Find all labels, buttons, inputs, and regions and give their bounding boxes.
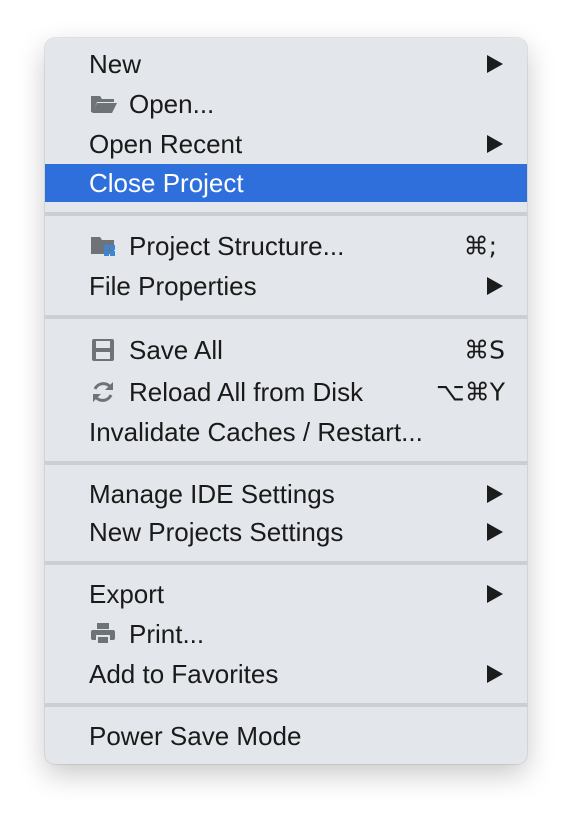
menu-item-label: Close Project — [89, 168, 244, 198]
file-menu: New Open... Open Recent Close Project Pr… — [45, 38, 527, 764]
menu-item-label: Save All — [129, 335, 223, 365]
submenu-arrow-icon — [487, 485, 503, 503]
menu-item-label: Reload All from Disk — [129, 377, 364, 407]
menu-item-reload-all[interactable]: Reload All from Disk ⌥⌘Y — [45, 373, 527, 411]
menu-item-export[interactable]: Export — [45, 575, 527, 613]
menu-item-shortcut: ⌘S — [464, 335, 505, 365]
menu-item-label: Project Structure... — [129, 231, 345, 261]
menu-item-add-to-favorites[interactable]: Add to Favorites — [45, 655, 527, 693]
save-icon — [89, 337, 119, 363]
project-structure-icon — [89, 233, 119, 259]
submenu-arrow-icon — [487, 277, 503, 295]
print-icon — [89, 621, 119, 647]
submenu-arrow-icon — [487, 665, 503, 683]
menu-item-label: Export — [89, 579, 165, 609]
menu-item-label: Manage IDE Settings — [89, 479, 335, 509]
menu-item-manage-ide-settings[interactable]: Manage IDE Settings — [45, 475, 527, 513]
submenu-arrow-icon — [487, 55, 503, 73]
menu-separator — [45, 315, 527, 319]
menu-item-open-recent[interactable]: Open Recent — [45, 125, 527, 163]
menu-item-label: New Projects Settings — [89, 517, 344, 547]
submenu-arrow-icon — [487, 585, 503, 603]
menu-item-open[interactable]: Open... — [45, 85, 527, 123]
menu-item-power-save-mode[interactable]: Power Save Mode — [45, 717, 527, 755]
menu-separator — [45, 212, 527, 216]
menu-item-label: Print... — [129, 619, 205, 649]
menu-item-shortcut: ⌘; — [463, 231, 497, 261]
menu-separator — [45, 561, 527, 565]
folder-open-icon — [89, 91, 119, 117]
menu-item-label: Open Recent — [89, 129, 243, 159]
menu-item-invalidate-caches[interactable]: Invalidate Caches / Restart... — [45, 413, 527, 451]
menu-item-new[interactable]: New — [45, 45, 527, 83]
submenu-arrow-icon — [487, 523, 503, 541]
menu-item-shortcut: ⌥⌘Y — [435, 377, 505, 407]
menu-item-file-properties[interactable]: File Properties — [45, 267, 527, 305]
menu-separator — [45, 703, 527, 707]
menu-item-label: Power Save Mode — [89, 721, 302, 751]
menu-item-close-project[interactable]: Close Project — [45, 164, 527, 202]
menu-item-project-structure[interactable]: Project Structure... ⌘; — [45, 227, 527, 265]
menu-item-print[interactable]: Print... — [45, 615, 527, 653]
menu-item-label: Invalidate Caches / Restart... — [89, 417, 423, 447]
reload-icon — [89, 379, 119, 405]
menu-item-label: Open... — [129, 89, 215, 119]
menu-item-save-all[interactable]: Save All ⌘S — [45, 331, 527, 369]
menu-item-new-projects-settings[interactable]: New Projects Settings — [45, 513, 527, 551]
submenu-arrow-icon — [487, 135, 503, 153]
menu-item-label: New — [89, 49, 142, 79]
menu-separator — [45, 461, 527, 465]
menu-item-label: Add to Favorites — [89, 659, 279, 689]
menu-item-label: File Properties — [89, 271, 257, 301]
